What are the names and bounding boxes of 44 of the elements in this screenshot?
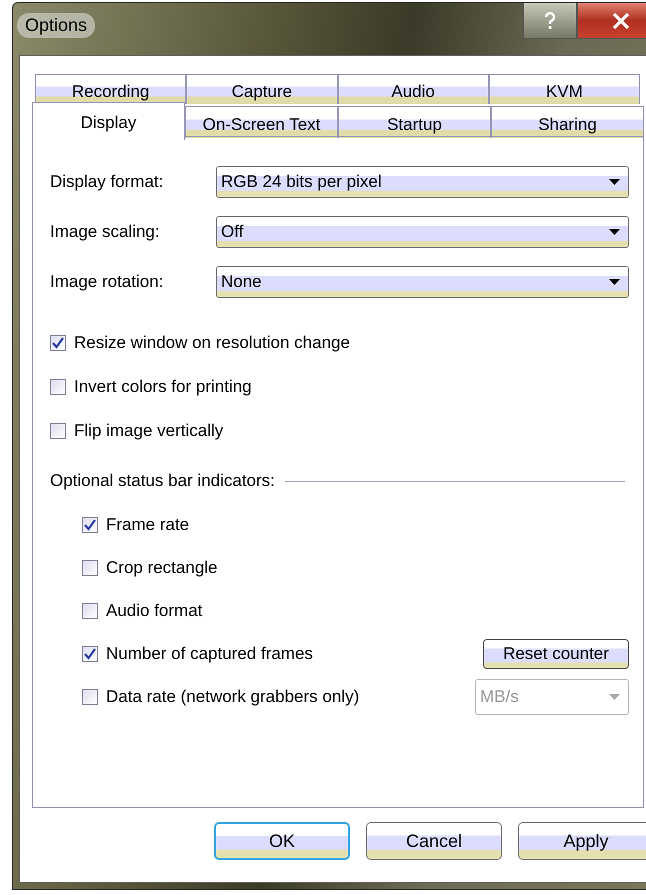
dialog-button[interactable]: OK: [214, 822, 350, 860]
checkbox-label[interactable]: Crop rectangle: [106, 558, 218, 578]
window-title: Options: [17, 13, 96, 38]
dropdown[interactable]: Off: [216, 216, 629, 248]
checkbox[interactable]: [50, 379, 66, 395]
field-label: Display format:: [50, 172, 164, 192]
checkbox[interactable]: [82, 646, 98, 662]
checkbox-label[interactable]: Resize window on resolution change: [74, 333, 350, 353]
field-label: Image scaling:: [50, 222, 161, 242]
tab[interactable]: Capture: [186, 74, 338, 104]
tab[interactable]: Audio: [338, 74, 489, 104]
close-icon: [612, 12, 630, 28]
help-icon: [544, 12, 556, 30]
checkbox-label[interactable]: Invert colors for printing: [74, 377, 252, 397]
checkbox[interactable]: [50, 335, 66, 351]
checkbox[interactable]: [82, 602, 98, 618]
tab[interactable]: Sharing: [491, 106, 644, 138]
checkbox-label[interactable]: Data rate (network grabbers only): [106, 686, 360, 706]
reset-counter-button[interactable]: Reset counter: [483, 638, 629, 668]
dialog-button[interactable]: Apply: [518, 822, 646, 860]
checkbox-label[interactable]: Flip image vertically: [74, 421, 224, 441]
tab[interactable]: Startup: [338, 106, 491, 138]
checkbox-label[interactable]: Audio format: [106, 600, 202, 620]
checkbox[interactable]: [82, 560, 98, 576]
tab[interactable]: Display: [32, 102, 185, 140]
field-label: Image rotation:: [50, 272, 164, 292]
dropdown[interactable]: RGB 24 bits per pixel: [216, 166, 629, 198]
dropdown-arrow-icon: [609, 694, 620, 700]
dropdown-arrow-icon: [609, 279, 620, 285]
dropdown-arrow-icon: [609, 229, 620, 235]
checkbox[interactable]: [50, 423, 66, 439]
dropdown-arrow-icon: [609, 179, 620, 185]
tab[interactable]: Recording: [35, 74, 186, 104]
help-button[interactable]: [523, 3, 577, 39]
dropdown[interactable]: None: [216, 266, 629, 298]
checkbox[interactable]: [82, 516, 98, 532]
dialog-button[interactable]: Cancel: [366, 822, 502, 860]
checkbox-label[interactable]: Frame rate: [106, 514, 190, 534]
checkbox[interactable]: [82, 688, 98, 704]
tab[interactable]: KVM: [488, 74, 640, 104]
checkbox-label[interactable]: Number of captured frames: [106, 644, 313, 664]
close-button[interactable]: [577, 3, 646, 39]
section-heading: Optional status bar indicators:: [50, 471, 275, 491]
tab[interactable]: On-Screen Text: [185, 106, 338, 138]
